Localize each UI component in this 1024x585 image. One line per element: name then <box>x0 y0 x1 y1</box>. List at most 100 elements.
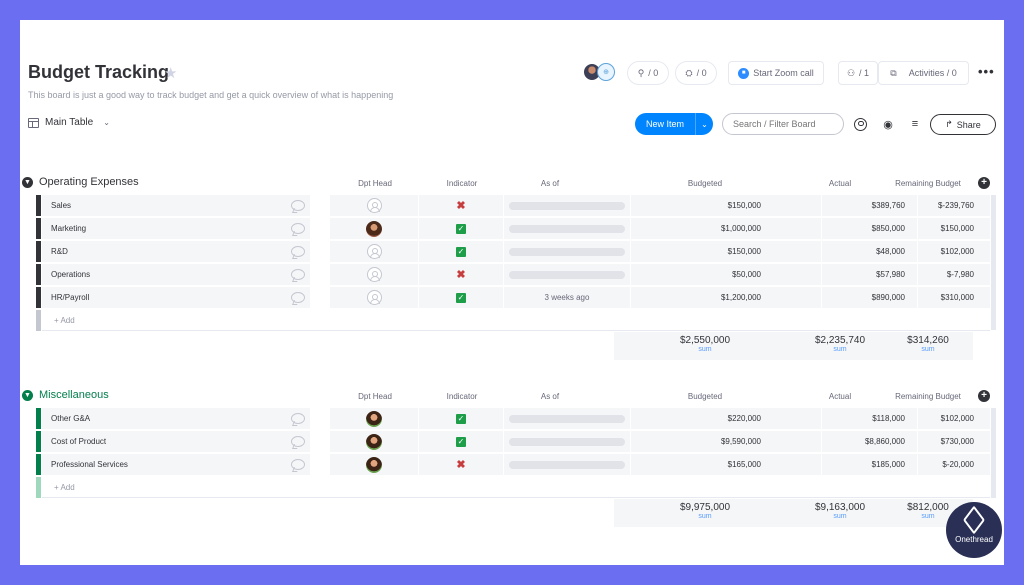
budgeted-cell[interactable]: $50,000 <box>631 264 821 285</box>
dpt-head-cell[interactable] <box>330 454 418 475</box>
budgeted-cell[interactable]: $150,000 <box>631 241 821 262</box>
actual-cell[interactable]: $850,000 <box>822 218 917 239</box>
add-column-icon[interactable]: + <box>978 177 990 189</box>
dpt-head-cell[interactable] <box>330 195 418 216</box>
item-name[interactable]: Operations <box>42 264 310 285</box>
dpt-head-cell[interactable] <box>330 287 418 308</box>
board-title[interactable]: Budget Tracking <box>28 62 169 83</box>
column-header-budgeted[interactable]: Budgeted <box>675 392 735 401</box>
conversation-icon[interactable] <box>288 287 308 308</box>
scrollbar[interactable] <box>991 408 996 498</box>
activities-button[interactable]: ⧉ Activities / 0 <box>878 61 969 85</box>
new-item-button[interactable]: New Item ⌄ <box>635 113 713 135</box>
group-header-operating-expenses[interactable]: ▼ Operating Expenses <box>22 176 139 188</box>
chevron-down-icon[interactable]: ⌄ <box>695 113 713 135</box>
conversation-icon[interactable] <box>288 431 308 452</box>
remaining-cell[interactable]: $102,000 <box>918 241 990 262</box>
actual-cell[interactable]: $118,000 <box>822 408 917 429</box>
sum-actual[interactable]: $9,163,000 sum <box>800 502 880 520</box>
remaining-cell[interactable]: $102,000 <box>918 408 990 429</box>
indicator-cell[interactable]: ✓ <box>419 431 503 452</box>
indicator-cell[interactable]: ✓ <box>419 287 503 308</box>
chevron-down-icon[interactable]: ▼ <box>22 389 33 401</box>
column-header-actual[interactable]: Actual <box>810 392 870 401</box>
table-row[interactable]: R&D ✓ $150,000 $48,000 $102,000 <box>36 241 990 263</box>
indicator-cell[interactable]: ✖ <box>419 264 503 285</box>
column-header-dpt-head[interactable]: Dpt Head <box>350 392 400 401</box>
remaining-cell[interactable]: $-239,760 <box>918 195 990 216</box>
search-input[interactable] <box>722 113 844 135</box>
budgeted-cell[interactable]: $165,000 <box>631 454 821 475</box>
integrations-button[interactable]: ⛭ / 0 <box>675 61 717 85</box>
item-name[interactable]: Other G&A <box>42 408 310 429</box>
board-members[interactable]: ⊕ <box>583 63 615 81</box>
column-header-actual[interactable]: Actual <box>810 179 870 188</box>
table-row[interactable]: Operations ✖ $50,000 $57,980 $-7,980 <box>36 264 990 286</box>
conversation-icon[interactable] <box>288 454 308 475</box>
budgeted-cell[interactable]: $150,000 <box>631 195 821 216</box>
column-header-indicator[interactable]: Indicator <box>437 392 487 401</box>
add-item-row[interactable]: + Add <box>36 310 990 331</box>
budgeted-cell[interactable]: $220,000 <box>631 408 821 429</box>
actual-cell[interactable]: $57,980 <box>822 264 917 285</box>
table-row[interactable]: HR/Payroll ✓ 3 weeks ago $1,200,000 $890,000… <box>36 287 990 309</box>
remaining-cell[interactable]: $150,000 <box>918 218 990 239</box>
sum-remaining[interactable]: $314,260 sum <box>888 335 968 353</box>
item-name[interactable]: HR/Payroll <box>42 287 310 308</box>
table-row[interactable]: Other G&A ✓ $220,000 $118,000 $102,000 <box>36 408 990 430</box>
sum-budgeted[interactable]: $9,975,000 sum <box>665 502 745 520</box>
add-column-icon[interactable]: + <box>978 390 990 402</box>
indicator-cell[interactable]: ✖ <box>419 454 503 475</box>
as-of-cell[interactable] <box>504 241 630 262</box>
as-of-cell[interactable] <box>504 195 630 216</box>
dpt-head-cell[interactable] <box>330 241 418 262</box>
remaining-cell[interactable]: $-7,980 <box>918 264 990 285</box>
dpt-head-cell[interactable] <box>330 218 418 239</box>
dpt-head-cell[interactable] <box>330 408 418 429</box>
add-item-row[interactable]: + Add <box>36 477 990 498</box>
actual-cell[interactable]: $389,760 <box>822 195 917 216</box>
chevron-down-icon[interactable]: ▼ <box>22 176 33 188</box>
indicator-cell[interactable]: ✖ <box>419 195 503 216</box>
remaining-cell[interactable]: $-20,000 <box>918 454 990 475</box>
dpt-head-cell[interactable] <box>330 431 418 452</box>
star-icon[interactable]: ★ <box>164 64 177 82</box>
members-button[interactable]: ⚇ / 1 <box>838 61 878 85</box>
conversation-icon[interactable] <box>288 241 308 262</box>
item-name[interactable]: Cost of Product <box>42 431 310 452</box>
remaining-cell[interactable]: $310,000 <box>918 287 990 308</box>
actual-cell[interactable]: $48,000 <box>822 241 917 262</box>
actual-cell[interactable]: $8,860,000 <box>822 431 917 452</box>
item-name[interactable]: R&D <box>42 241 310 262</box>
item-name[interactable]: Marketing <box>42 218 310 239</box>
as-of-cell[interactable] <box>504 454 630 475</box>
actual-cell[interactable]: $890,000 <box>822 287 917 308</box>
sum-budgeted[interactable]: $2,550,000 sum <box>665 335 745 353</box>
conversation-icon[interactable] <box>288 218 308 239</box>
scrollbar[interactable] <box>991 195 996 330</box>
zoom-call-button[interactable]: ■ Start Zoom call <box>728 61 824 85</box>
person-filter-icon[interactable] <box>852 116 868 132</box>
column-header-dpt-head[interactable]: Dpt Head <box>350 179 400 188</box>
as-of-cell[interactable] <box>504 218 630 239</box>
table-row[interactable]: Professional Services ✖ $165,000 $185,000 $-… <box>36 454 990 476</box>
board-description[interactable]: This board is just a good way to track b… <box>28 90 393 100</box>
filter-icon[interactable]: ≡ <box>907 116 923 132</box>
table-row[interactable]: Marketing ✓ $1,000,000 $850,000 $150,000 <box>36 218 990 240</box>
column-header-remaining[interactable]: Remaining Budget <box>890 179 966 188</box>
eye-icon[interactable]: ◉ <box>880 116 896 132</box>
column-header-budgeted[interactable]: Budgeted <box>675 179 735 188</box>
table-row[interactable]: Sales ✖ $150,000 $389,760 $-239,760 <box>36 195 990 217</box>
conversation-icon[interactable] <box>288 195 308 216</box>
column-header-indicator[interactable]: Indicator <box>437 179 487 188</box>
conversation-icon[interactable] <box>288 408 308 429</box>
actual-cell[interactable]: $185,000 <box>822 454 917 475</box>
indicator-cell[interactable]: ✓ <box>419 241 503 262</box>
as-of-cell[interactable] <box>504 431 630 452</box>
column-header-as-of[interactable]: As of <box>525 179 575 188</box>
table-row[interactable]: Cost of Product ✓ $9,590,000 $8,860,000 $730… <box>36 431 990 453</box>
budgeted-cell[interactable]: $9,590,000 <box>631 431 821 452</box>
indicator-cell[interactable]: ✓ <box>419 218 503 239</box>
column-header-as-of[interactable]: As of <box>525 392 575 401</box>
as-of-cell[interactable] <box>504 264 630 285</box>
